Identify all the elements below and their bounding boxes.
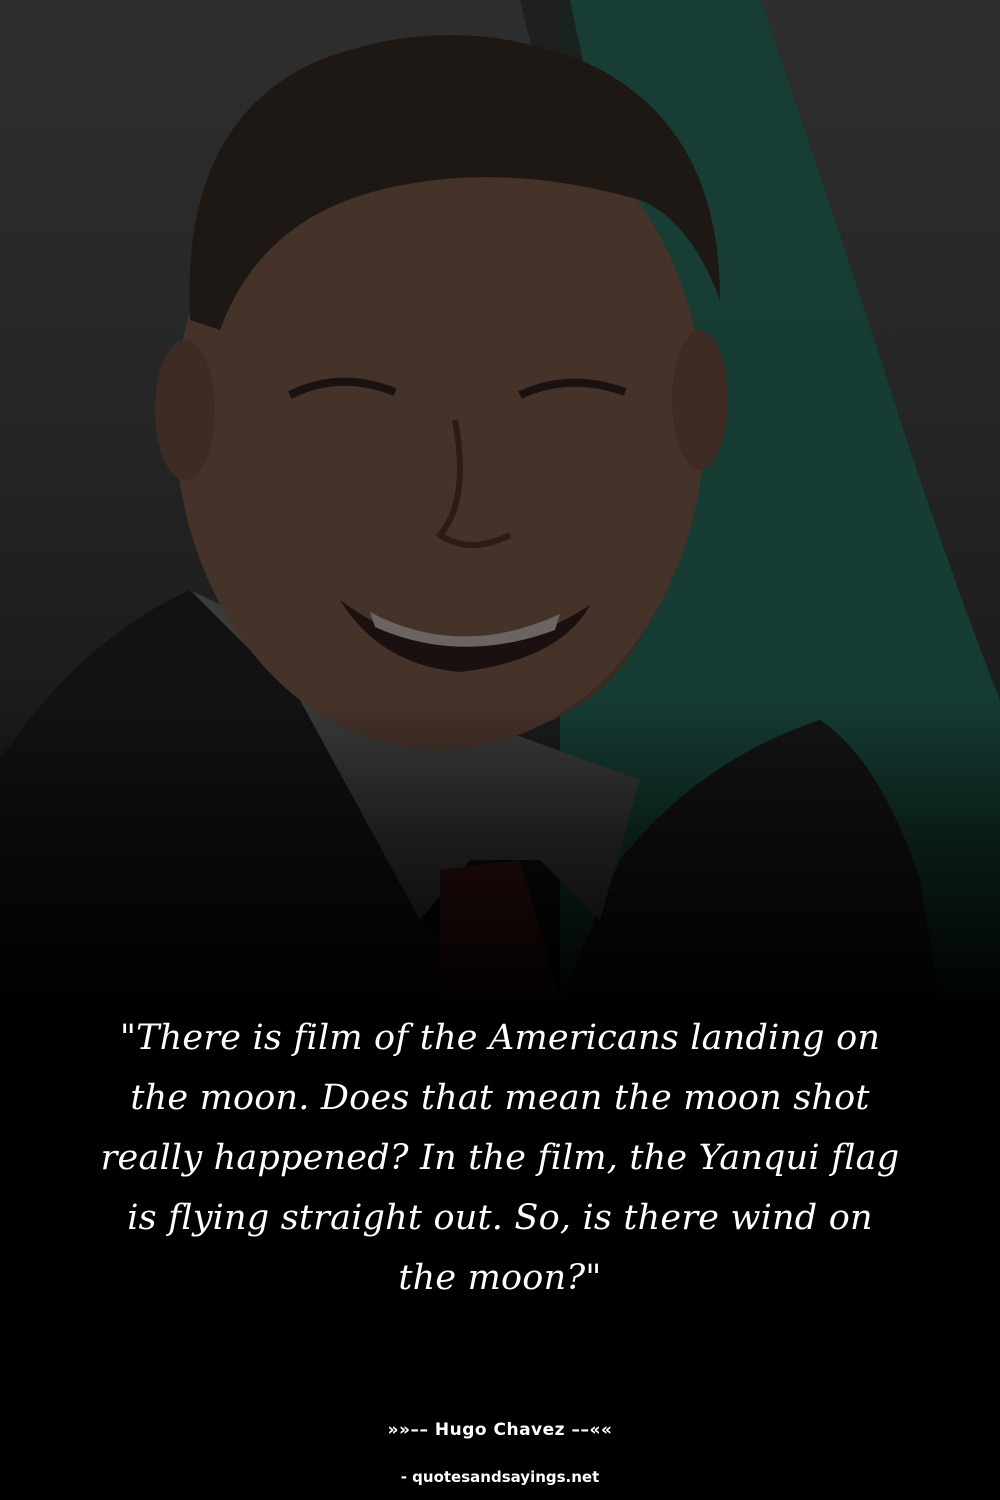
quote-card: "There is film of the Americans landing … [0, 0, 1000, 1500]
quote-author: »»–– Hugo Chavez ––«« [387, 1420, 613, 1440]
quote-text: "There is film of the Americans landing … [100, 1018, 900, 1298]
photo-fade-overlay [0, 700, 1000, 1020]
source-watermark: - quotesandsayings.net [400, 1468, 600, 1486]
